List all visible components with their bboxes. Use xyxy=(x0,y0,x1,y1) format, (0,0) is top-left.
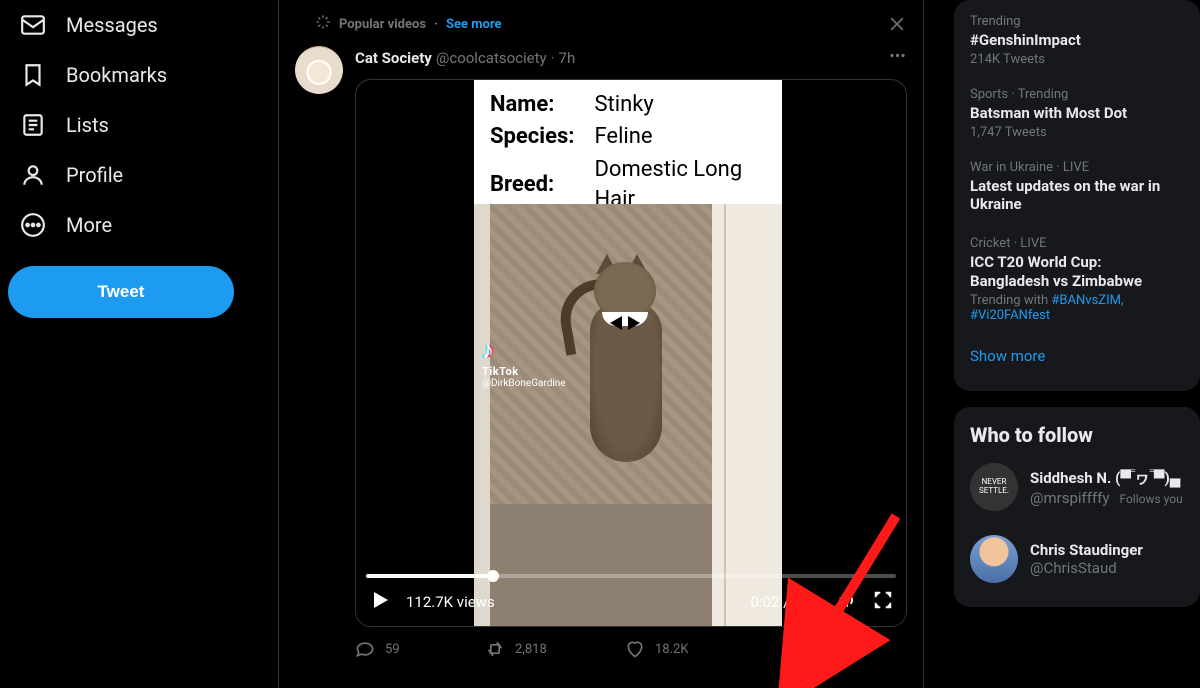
video-player[interactable]: Name:Stinky Species:Feline Breed:Domesti… xyxy=(355,79,907,627)
view-count: 112.7K views xyxy=(406,593,495,611)
retweet-count: 2,818 xyxy=(515,642,547,657)
retweet-button[interactable]: 2,818 xyxy=(485,639,625,659)
trend-item[interactable]: Cricket · LIVE ICC T20 World Cup: Bangla… xyxy=(954,226,1200,333)
reply-count: 59 xyxy=(385,642,400,657)
more-circle-icon xyxy=(20,212,46,238)
download-button[interactable] xyxy=(835,639,885,659)
nav-messages[interactable]: Messages xyxy=(8,0,270,50)
video-progress-bar[interactable] xyxy=(366,574,896,578)
reply-button[interactable]: 59 xyxy=(355,639,485,659)
nav-more[interactable]: More xyxy=(8,200,270,250)
play-icon[interactable] xyxy=(368,588,392,616)
follow-suggestion[interactable]: Chris Staudinger @ChrisStaud xyxy=(954,523,1200,595)
promo-row: Popular videos · See more xyxy=(279,0,923,38)
avatar: NEVER SETTLE. xyxy=(970,463,1018,511)
show-more-link[interactable]: Show more xyxy=(954,333,1200,379)
tweet-time[interactable]: 7h xyxy=(559,49,576,67)
sidebar: Messages Bookmarks Lists Profile More xyxy=(0,0,278,688)
nav-label: Messages xyxy=(66,13,158,37)
trends-panel: Trending #GenshinImpact 214K Tweets Spor… xyxy=(954,0,1200,391)
author-handle[interactable]: @coolcatsociety xyxy=(436,49,547,67)
nav-label: Bookmarks xyxy=(66,63,167,87)
volume-icon[interactable] xyxy=(836,589,858,615)
sparkle-icon xyxy=(315,14,331,34)
nav-label: More xyxy=(66,213,112,237)
avatar[interactable] xyxy=(295,46,343,94)
follow-suggestion[interactable]: NEVER SETTLE. Siddhesh N. (▀̿ ヮ ̿▀)▄ @mr… xyxy=(954,451,1200,523)
like-button[interactable]: 18.2K xyxy=(625,639,765,659)
trend-item[interactable]: War in Ukraine · LIVE Latest updates on … xyxy=(954,150,1200,227)
who-to-follow-heading: Who to follow xyxy=(954,411,1200,451)
suggestion-handle: @mrspiffffy xyxy=(1030,489,1109,507)
video-time: 0:02 / 0:10 xyxy=(751,593,822,611)
list-icon xyxy=(20,112,46,138)
suggestion-handle: @ChrisStaud xyxy=(1030,559,1143,577)
main-column: Popular videos · See more Cat Society @c… xyxy=(278,0,924,688)
mail-icon xyxy=(20,12,46,38)
bookmark-icon xyxy=(20,62,46,88)
nav-bookmarks[interactable]: Bookmarks xyxy=(8,50,270,100)
close-icon[interactable] xyxy=(887,14,907,34)
fullscreen-icon[interactable] xyxy=(872,589,894,615)
more-icon[interactable] xyxy=(888,46,907,69)
suggestion-name: Siddhesh N. (▀̿ ヮ ̿▀)▄ xyxy=(1030,467,1183,488)
nav-label: Profile xyxy=(66,163,123,187)
video-frame: Name:Stinky Species:Feline Breed:Domesti… xyxy=(474,80,782,626)
trend-item[interactable]: Sports · Trending Batsman with Most Dot … xyxy=(954,77,1200,150)
tweet-button[interactable]: Tweet xyxy=(8,266,234,318)
suggestion-name: Chris Staudinger xyxy=(1030,541,1143,559)
avatar xyxy=(970,535,1018,583)
promo-label: Popular videos xyxy=(339,17,426,32)
author-name[interactable]: Cat Society xyxy=(355,49,432,67)
nav-profile[interactable]: Profile xyxy=(8,150,270,200)
nav-label: Lists xyxy=(66,113,109,137)
profile-icon xyxy=(20,162,46,188)
see-more-link[interactable]: See more xyxy=(446,17,502,32)
tweet: Cat Society @coolcatsociety · 7h Name:St… xyxy=(279,38,923,671)
trend-item[interactable]: Trending #GenshinImpact 214K Tweets xyxy=(954,4,1200,77)
nav-lists[interactable]: Lists xyxy=(8,100,270,150)
share-button[interactable] xyxy=(765,639,835,659)
tiktok-watermark: ♪ TikTok @DirkBoneGardine xyxy=(482,336,566,389)
follows-you-badge: Follows you xyxy=(1119,492,1182,506)
who-to-follow-panel: Who to follow NEVER SETTLE. Siddhesh N. … xyxy=(954,407,1200,607)
right-column: Trending #GenshinImpact 214K Tweets Spor… xyxy=(924,0,1200,688)
like-count: 18.2K xyxy=(655,642,689,657)
tweet-header: Cat Society @coolcatsociety · 7h xyxy=(355,46,907,69)
cat-image xyxy=(566,262,686,472)
tweet-actions: 59 2,818 18.2K xyxy=(355,627,907,659)
